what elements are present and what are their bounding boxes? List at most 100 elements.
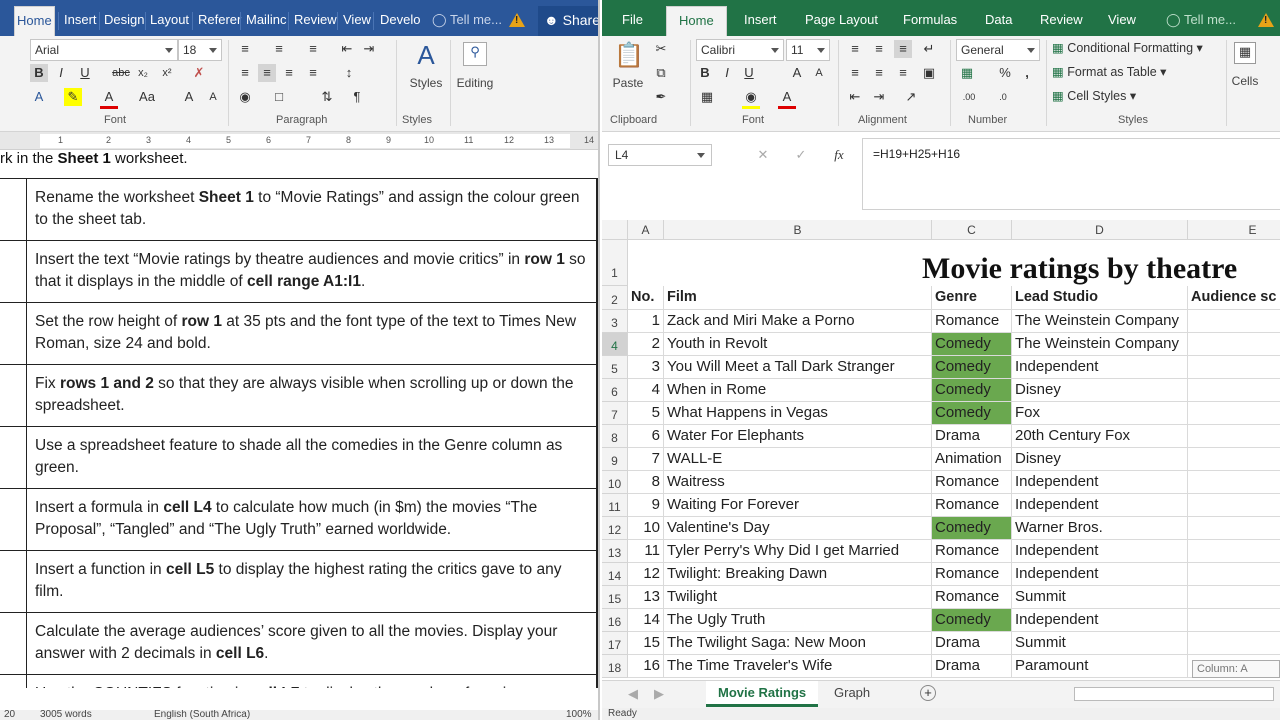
word-tab-layout[interactable]: Layout [148,6,191,36]
next-sheet-icon[interactable]: ▶ [650,685,668,703]
pilcrow-icon[interactable]: ¶ [348,88,366,106]
increase-indent-icon[interactable]: ⇥ [870,88,888,106]
align-right-icon[interactable]: ≡ [894,64,912,82]
instruction-row[interactable]: Rename the worksheet Sheet 1 to “Movie R… [0,178,598,241]
word-share-button[interactable]: ☻ Share [538,6,598,36]
enter-icon[interactable]: ✓ [792,146,810,164]
copy-icon[interactable]: ⧉ [652,64,670,82]
fill-color-icon[interactable]: ◉ [742,88,760,109]
row-header[interactable]: 2 [602,286,628,310]
cell-audience-score[interactable] [1188,379,1280,402]
row-header[interactable]: 7 [602,402,628,425]
cell-audience-score[interactable] [1188,310,1280,333]
cell-studio[interactable]: Independent [1012,540,1188,563]
cell-no[interactable]: 5 [628,402,664,425]
conditional-formatting-button[interactable]: ▦ Conditional Formatting ▾ [1052,40,1203,55]
cell-studio[interactable]: Independent [1012,609,1188,632]
cell-no[interactable]: 12 [628,563,664,586]
cell-studio[interactable]: Paramount [1012,655,1188,678]
superscript-icon[interactable]: x² [158,64,176,82]
row-header[interactable]: 1 [602,240,628,286]
cell-no[interactable]: 10 [628,517,664,540]
word-document[interactable]: rk in the Sheet 1 worksheet. Rename the … [0,150,598,688]
cell-film[interactable]: When in Rome [664,379,932,402]
cell-studio[interactable]: Warner Bros. [1012,517,1188,540]
excel-tab-page-layout[interactable]: Page Layout [805,6,878,36]
zoom-level[interactable]: 100% [566,710,592,720]
font-color-icon[interactable]: A [100,88,118,109]
cell-studio[interactable]: Disney [1012,379,1188,402]
cell-no[interactable]: 7 [628,448,664,471]
cell-genre[interactable]: Romance [932,494,1012,517]
cell-studio[interactable]: Independent [1012,494,1188,517]
shrink-font-icon[interactable]: A [204,88,222,106]
cell-audience-score[interactable] [1188,425,1280,448]
cell-genre[interactable]: Romance [932,471,1012,494]
row-header[interactable]: 11 [602,494,628,517]
styles-icon[interactable]: A [412,40,440,70]
header-no[interactable]: No. [628,286,664,310]
cell-film[interactable]: The Time Traveler's Wife [664,655,932,678]
cell-studio[interactable]: Independent [1012,563,1188,586]
font-color-icon[interactable]: A [778,88,796,109]
cell-no[interactable]: 3 [628,356,664,379]
cell-no[interactable]: 11 [628,540,664,563]
align-bottom-icon[interactable]: ≡ [894,40,912,58]
cell-audience-score[interactable] [1188,402,1280,425]
warning-icon[interactable] [509,13,525,27]
cell-no[interactable]: 1 [628,310,664,333]
instruction-row[interactable]: Calculate the average audiences’ score g… [0,612,598,675]
cell-studio[interactable]: Independent [1012,471,1188,494]
word-tab-home[interactable]: Home [14,6,55,36]
sheet-tab-movie-ratings[interactable]: Movie Ratings [706,681,819,707]
clipboard-icon[interactable]: 📋 [612,40,646,72]
wrap-text-icon[interactable]: ↵ [920,40,938,58]
borders-icon[interactable]: □ [270,88,288,106]
sort-icon[interactable]: ⇅ [318,88,336,106]
underline-icon[interactable]: U [740,64,758,82]
decrease-decimal-icon[interactable]: .0 [994,88,1012,106]
merge-center-icon[interactable]: ▣ [920,64,938,82]
cell-no[interactable]: 16 [628,655,664,678]
cell-studio[interactable]: Summit [1012,586,1188,609]
text-effects-icon[interactable]: A [30,88,48,106]
cell-film[interactable]: The Ugly Truth [664,609,932,632]
row-header[interactable]: 12 [602,517,628,540]
cell-audience-score[interactable] [1188,356,1280,379]
word-tab-references[interactable]: Referer [196,6,243,36]
multilevel-list-icon[interactable]: ≡ [304,40,322,58]
cell-genre[interactable]: Comedy [932,402,1012,425]
comma-icon[interactable]: , [1018,64,1036,82]
change-case-icon[interactable]: Aa [136,88,158,106]
highlight-icon[interactable]: ✎ [64,88,82,106]
column-header-a[interactable]: A [628,220,664,240]
column-header-c[interactable]: C [932,220,1012,240]
word-tab-mailings[interactable]: Mailinc [244,6,288,36]
decrease-indent-icon[interactable]: ⇤ [846,88,864,106]
magnifier-icon[interactable]: ⚲ [463,42,487,66]
number-format-combo[interactable]: General [956,39,1040,61]
subscript-icon[interactable]: x₂ [134,64,152,82]
formula-input[interactable]: =H19+H25+H16 [862,138,1280,210]
cell-genre[interactable]: Drama [932,425,1012,448]
instruction-row[interactable]: Insert a formula in cell L4 to calculate… [0,488,598,551]
cell-studio[interactable]: The Weinstein Company [1012,310,1188,333]
word-tab-design[interactable]: Design [102,6,146,36]
header-genre[interactable]: Genre [932,286,1012,310]
horizontal-ruler[interactable]: 1 2 3 4 5 6 7 8 9 10 11 12 13 14 [0,132,598,150]
cell-genre[interactable]: Comedy [932,379,1012,402]
shading-icon[interactable]: ◉ [236,88,254,106]
row-header[interactable]: 14 [602,563,628,586]
cell-film[interactable]: Water For Elephants [664,425,932,448]
cell-audience-score[interactable] [1188,448,1280,471]
cell-studio[interactable]: Disney [1012,448,1188,471]
scissors-icon[interactable]: ✂ [652,40,670,58]
sheet-title[interactable]: Movie ratings by theatre [922,252,1237,286]
font-size-combo[interactable]: 18 [178,39,222,61]
header-audience-score[interactable]: Audience sc [1188,286,1280,310]
cell-audience-score[interactable] [1188,517,1280,540]
instruction-row[interactable]: Insert the text “Movie ratings by theatr… [0,240,598,303]
cell-studio[interactable]: 20th Century Fox [1012,425,1188,448]
excel-tell-me[interactable]: ◯ Tell me... [1166,6,1236,36]
word-tell-me[interactable]: ◯ Tell me... [432,6,502,36]
